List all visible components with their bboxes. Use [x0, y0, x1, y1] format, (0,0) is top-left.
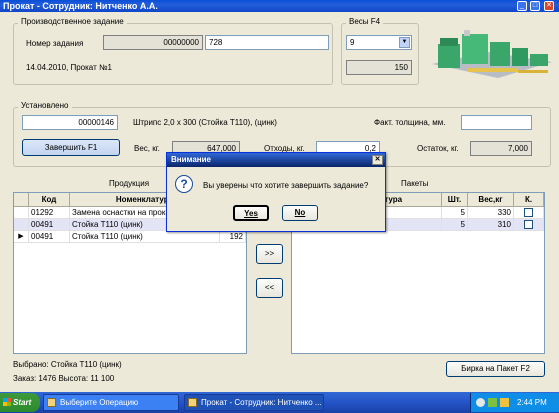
network-icon[interactable]	[476, 398, 485, 407]
row-indicator	[14, 219, 29, 231]
current-row-arrow-icon: ▶	[14, 231, 29, 243]
production-task-group	[13, 23, 333, 85]
thickness-field[interactable]	[461, 115, 532, 130]
installed-code-field: 00000146	[22, 115, 118, 130]
package-tag-button[interactable]: Бирка на Пакет F2	[446, 361, 545, 377]
remain-field: 7,000	[470, 141, 532, 156]
task-date-text: 14.04.2010, Прокат №1	[26, 63, 112, 72]
task-number-field[interactable]: 728	[205, 35, 329, 50]
task-number-label: Номер задания	[26, 39, 84, 48]
rolling-mill-illustration	[432, 30, 552, 78]
dialog-title: Внимание	[171, 155, 211, 164]
remain-label: Остаток, кг.	[417, 144, 459, 153]
package-weight[interactable]: 310	[468, 219, 514, 231]
product-code[interactable]: 01292	[29, 207, 70, 219]
product-code[interactable]: 00491	[29, 219, 70, 231]
package-qty[interactable]: 5	[442, 207, 468, 219]
thickness-label: Факт. толщина, мм.	[374, 118, 446, 127]
clock[interactable]: 2:44 PM	[517, 393, 547, 412]
question-icon: ?	[175, 175, 193, 193]
production-task-legend: Производственное задание	[18, 17, 127, 26]
taskbar-item-operations[interactable]: Выберите Операцию	[43, 394, 179, 411]
move-to-package-button[interactable]: >>	[256, 244, 283, 264]
scales-select-value: 9	[350, 38, 355, 47]
scales-legend: Весы F4	[346, 17, 384, 26]
system-tray: 2:44 PM	[470, 393, 559, 412]
package-weight[interactable]: 330	[468, 207, 514, 219]
window-title: Прокат - Сотрудник: Нитченко А.А.	[3, 1, 158, 11]
package-mark-cell	[514, 207, 544, 219]
start-label: Start	[13, 398, 32, 407]
package-mark-checkbox[interactable]	[524, 208, 533, 217]
products-header-code[interactable]: Код	[29, 193, 70, 207]
order-info-label: Заказ: 1476 Высота: 11 100	[13, 374, 115, 383]
windows-logo-icon	[3, 398, 11, 406]
package-mark-checkbox[interactable]	[524, 220, 533, 229]
dialog-titlebar[interactable]: Внимание ✕	[167, 153, 385, 167]
package-mark-cell	[514, 219, 544, 231]
packages-header-weight[interactable]: Вес,кг	[468, 193, 514, 207]
installed-legend: Установлено	[18, 101, 72, 110]
selected-product-label: Выбрано: Стойка Т110 (цинк)	[13, 360, 122, 369]
dialog-close-icon[interactable]: ✕	[372, 155, 383, 165]
app-icon	[188, 398, 197, 407]
weight-label: Вес, кг.	[134, 144, 160, 153]
product-qty[interactable]: 192	[220, 231, 246, 243]
packages-header-mark[interactable]: К.	[514, 193, 544, 207]
scales-select[interactable]: 9 ▼	[346, 35, 412, 50]
tray-security-icon[interactable]	[500, 398, 509, 407]
dialog-no-button[interactable]: No	[282, 205, 318, 221]
tray-app-icon[interactable]	[488, 398, 497, 407]
scales-value-field: 150	[346, 60, 412, 75]
products-legend: Продукция	[106, 179, 153, 188]
window-titlebar[interactable]: Прокат - Сотрудник: Нитченко А.А.	[0, 0, 559, 12]
close-window-button[interactable]: ✕	[544, 1, 554, 11]
maximize-button[interactable]: □	[530, 1, 540, 11]
taskbar-item-rolling[interactable]: Прокат - Сотрудник: Нитченко ...	[184, 394, 324, 411]
app-icon	[47, 398, 56, 407]
scales-group	[341, 23, 419, 85]
taskbar-item-label: Прокат - Сотрудник: Нитченко ...	[201, 398, 322, 407]
products-row-header	[14, 193, 29, 207]
installed-description: Штрипс 2,0 x 300 (Стойка Т110), (цинк)	[133, 118, 277, 127]
package-qty[interactable]: 5	[442, 219, 468, 231]
dialog-message: Вы уверены что хотите завершить задание?	[203, 181, 369, 190]
packages-header-qty[interactable]: Шт.	[442, 193, 468, 207]
product-name[interactable]: Стойка Т110 (цинк)	[70, 231, 220, 243]
task-number-prefix-field: 00000000	[103, 35, 203, 50]
start-button[interactable]: Start	[0, 393, 40, 412]
finish-button[interactable]: Завершить F1	[22, 139, 120, 156]
minimize-button[interactable]: _	[517, 1, 527, 11]
confirm-dialog: Внимание ✕ ? Вы уверены что хотите завер…	[166, 152, 386, 232]
chevron-down-icon[interactable]: ▼	[399, 37, 410, 48]
move-from-package-button[interactable]: <<	[256, 278, 283, 298]
dialog-yes-button[interactable]: Yes	[233, 205, 269, 221]
taskbar-item-label: Выберите Операцию	[60, 398, 139, 407]
product-code[interactable]: 00491	[29, 231, 70, 243]
row-indicator	[14, 207, 29, 219]
packages-legend: Пакеты	[398, 179, 432, 188]
